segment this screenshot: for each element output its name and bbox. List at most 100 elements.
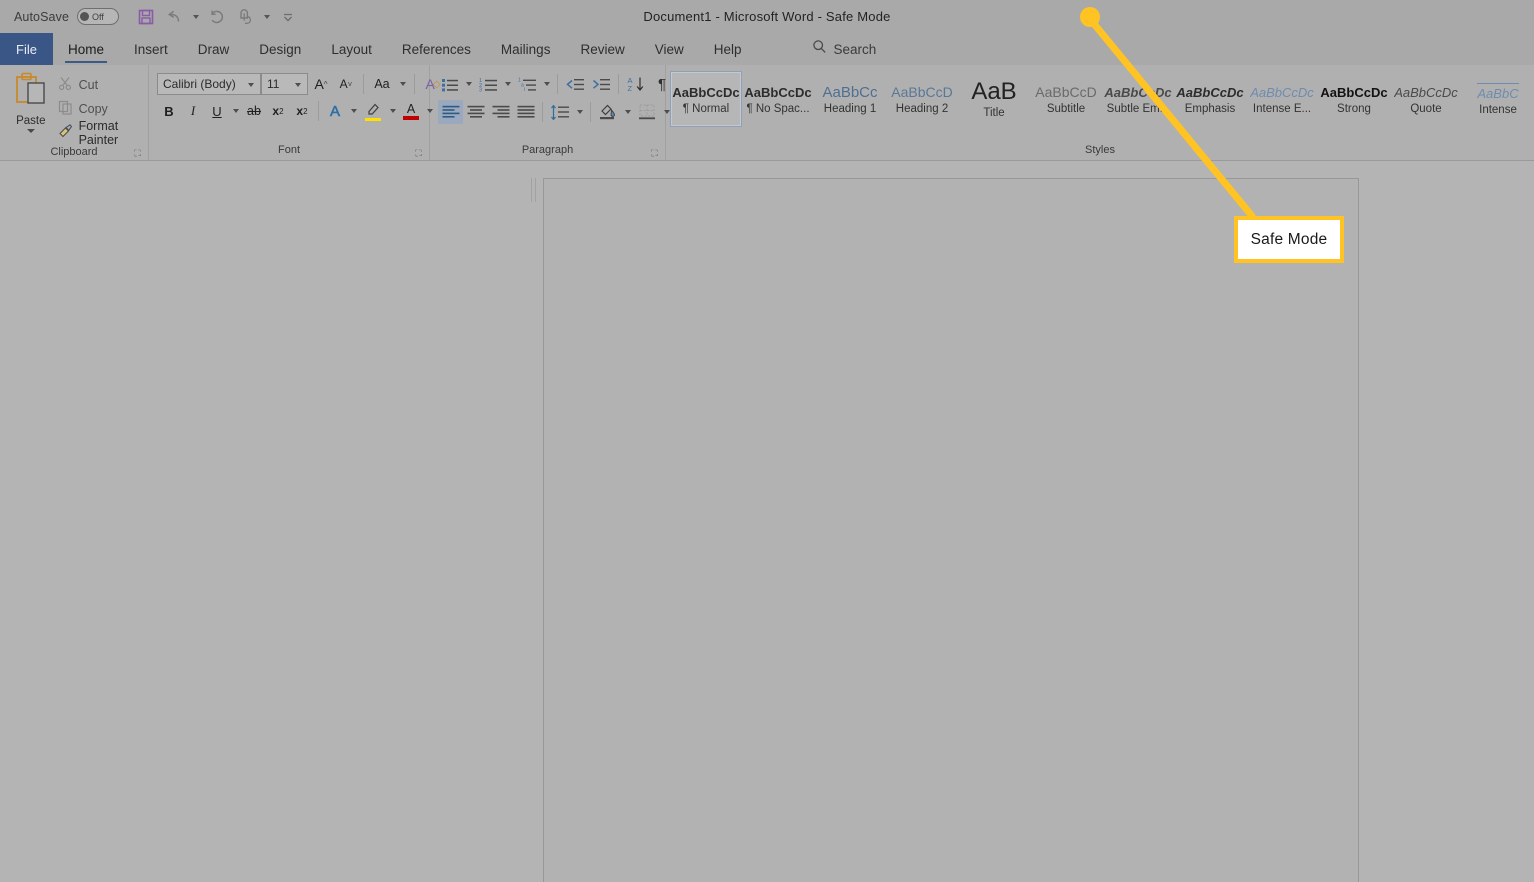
- tab-view[interactable]: View: [640, 33, 699, 65]
- para-separator-1: [557, 74, 558, 94]
- scissors-icon: [58, 76, 73, 94]
- touch-mode-chevron-down-icon[interactable]: [260, 5, 273, 29]
- style-heading-1[interactable]: AaBbCс Heading 1: [814, 71, 886, 127]
- subscript-button[interactable]: x2: [266, 99, 290, 123]
- style-subtitle[interactable]: AaBbCcD Subtitle: [1030, 71, 1102, 127]
- change-case-chevron-down-icon[interactable]: [396, 72, 409, 96]
- font-group-label: Font ⛶: [277, 144, 423, 158]
- ribbon-group-paragraph: 1 2 3 1 a i A Z ¶ Paragraph ⛶: [430, 65, 670, 160]
- align-center-icon[interactable]: [463, 100, 488, 124]
- paragraph-group-label: Paragraph ⛶: [521, 144, 659, 158]
- shading-chevron-down-icon[interactable]: [621, 100, 634, 124]
- multilevel-list-icon[interactable]: 1 a i: [514, 72, 540, 96]
- bullets-icon[interactable]: [438, 72, 462, 96]
- tab-help[interactable]: Help: [699, 33, 757, 65]
- italic-button[interactable]: I: [181, 99, 205, 123]
- autosave-label: AutoSave: [14, 9, 70, 24]
- numbering-chevron-down-icon[interactable]: [501, 72, 514, 96]
- shrink-font-button[interactable]: A ˅: [334, 72, 358, 96]
- style-strong[interactable]: AaBbCcDc Strong: [1318, 71, 1390, 127]
- tab-design[interactable]: Design: [244, 33, 316, 65]
- strikethrough-button[interactable]: ab: [242, 99, 266, 123]
- increase-indent-icon[interactable]: [588, 72, 614, 96]
- bullets-chevron-down-icon[interactable]: [462, 72, 475, 96]
- tab-review[interactable]: Review: [565, 33, 639, 65]
- style-intense-emphasis[interactable]: AaBbCcDc Intense E...: [1246, 71, 1318, 127]
- tab-file[interactable]: File: [0, 33, 53, 65]
- multilevel-list-chevron-down-icon[interactable]: [540, 72, 553, 96]
- autosave-toggle[interactable]: Off: [77, 8, 120, 25]
- style-subtle-emphasis[interactable]: AaBbCcDc Subtle Em...: [1102, 71, 1174, 127]
- style-quote[interactable]: AaBbCcDc Quote: [1390, 71, 1462, 127]
- svg-text:i: i: [524, 87, 525, 92]
- clipboard-dialog-launcher[interactable]: ⛶: [133, 149, 142, 158]
- text-effects-chevron-down-icon[interactable]: [347, 99, 360, 123]
- tab-home[interactable]: Home: [53, 33, 119, 65]
- ribbon-group-font: Calibri (Body) 11 A ^ A ˅ Aa A ◇ B I U a…: [149, 65, 441, 160]
- paste-chevron-down-icon[interactable]: [26, 129, 35, 133]
- format-painter-button[interactable]: Format Painter: [54, 119, 148, 147]
- align-right-icon[interactable]: [488, 100, 513, 124]
- bold-button[interactable]: B: [157, 99, 181, 123]
- page-edge-marker: [531, 178, 536, 202]
- font-size-chevron-down-icon[interactable]: [295, 83, 301, 87]
- borders-icon[interactable]: [634, 100, 660, 124]
- copy-label: Copy: [78, 102, 108, 116]
- svg-text:Z: Z: [627, 84, 632, 92]
- font-color-button[interactable]: A: [399, 99, 423, 123]
- highlight-chevron-down-icon[interactable]: [386, 99, 399, 123]
- font-dialog-launcher[interactable]: ⛶: [414, 149, 423, 158]
- grow-font-button[interactable]: A ^: [309, 72, 333, 96]
- align-left-icon[interactable]: [438, 100, 463, 124]
- copy-button[interactable]: Copy: [54, 98, 148, 120]
- font-separator-1: [363, 74, 364, 94]
- text-effects-button[interactable]: A: [323, 99, 347, 123]
- decrease-indent-icon[interactable]: [562, 72, 588, 96]
- styles-gallery[interactable]: AaBbCcDc ¶ Normal AaBbCcDc ¶ No Spac... …: [666, 69, 1534, 127]
- font-name-combobox[interactable]: Calibri (Body): [157, 73, 261, 95]
- underline-chevron-down-icon[interactable]: [229, 99, 242, 123]
- search-box[interactable]: Search: [812, 33, 877, 65]
- paste-button[interactable]: Paste: [8, 69, 54, 144]
- tab-references[interactable]: References: [387, 33, 486, 65]
- customize-quick-access-toolbar-icon[interactable]: [275, 5, 301, 29]
- style-normal[interactable]: AaBbCcDc ¶ Normal: [670, 71, 742, 127]
- text-highlight-color-button[interactable]: [360, 99, 386, 123]
- redo-icon[interactable]: [204, 5, 230, 29]
- undo-icon[interactable]: [161, 5, 187, 29]
- save-icon[interactable]: [133, 5, 159, 29]
- tab-insert[interactable]: Insert: [119, 33, 183, 65]
- sort-icon[interactable]: A Z: [623, 72, 649, 96]
- font-size-combobox[interactable]: 11: [261, 73, 308, 95]
- document-canvas[interactable]: [0, 161, 1534, 882]
- search-placeholder-label: Search: [833, 41, 877, 57]
- justify-icon[interactable]: [513, 100, 538, 124]
- line-spacing-icon[interactable]: [547, 100, 573, 124]
- style-intense-quote[interactable]: AaBbC Intense: [1462, 71, 1534, 127]
- undo-dropdown-chevron-down-icon[interactable]: [189, 5, 202, 29]
- shading-icon[interactable]: [595, 100, 621, 124]
- ribbon: Paste Cut Copy Format Painter Clipboard …: [0, 65, 1534, 161]
- cut-button[interactable]: Cut: [54, 74, 148, 96]
- style-title[interactable]: AaB Title: [958, 71, 1030, 127]
- superscript-button[interactable]: x2: [290, 99, 314, 123]
- line-spacing-chevron-down-icon[interactable]: [573, 100, 586, 124]
- style-emphasis[interactable]: AaBbCcDc Emphasis: [1174, 71, 1246, 127]
- underline-button[interactable]: U: [205, 99, 229, 123]
- autosave-control[interactable]: AutoSave Off: [14, 8, 120, 25]
- highlighter-icon: [365, 102, 382, 119]
- tab-mailings[interactable]: Mailings: [486, 33, 566, 65]
- font-name-chevron-down-icon[interactable]: [248, 83, 254, 87]
- tab-draw[interactable]: Draw: [183, 33, 245, 65]
- touch-mouse-mode-icon[interactable]: [232, 5, 258, 29]
- paragraph-dialog-launcher[interactable]: ⛶: [650, 149, 659, 158]
- style-no-spacing[interactable]: AaBbCcDc ¶ No Spac...: [742, 71, 814, 127]
- word-application-window: AutoSave Off Document1 - Microsoft Word …: [0, 0, 1534, 882]
- autosave-state-label: Off: [92, 11, 104, 22]
- tab-layout[interactable]: Layout: [316, 33, 387, 65]
- change-case-button[interactable]: Aa: [369, 72, 395, 96]
- document-page[interactable]: [543, 178, 1359, 882]
- ribbon-tab-strip: File Home Insert Draw Design Layout Refe…: [0, 33, 1534, 65]
- numbering-icon[interactable]: 1 2 3: [475, 72, 501, 96]
- style-heading-2[interactable]: AaBbCcD Heading 2: [886, 71, 958, 127]
